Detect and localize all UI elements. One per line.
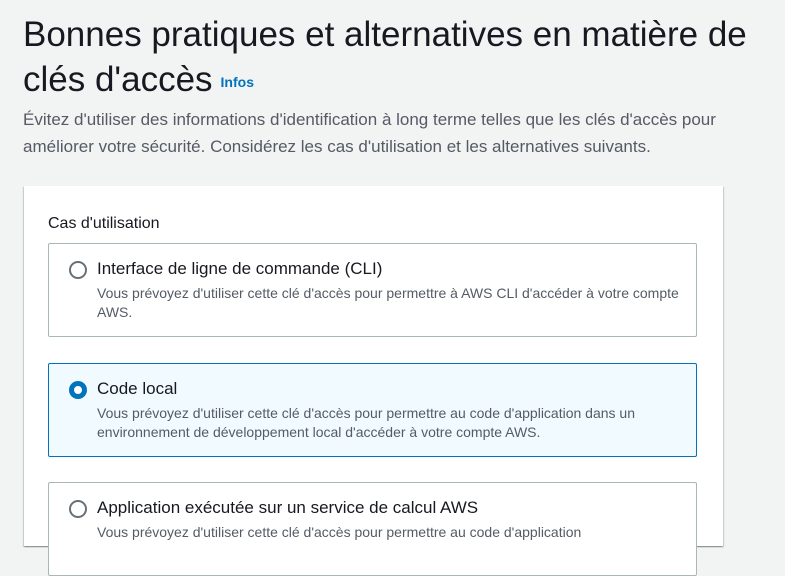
info-link[interactable]: Infos <box>221 74 254 90</box>
use-case-option-local-code[interactable]: Code local Vous prévoyez d'utiliser cett… <box>48 363 697 457</box>
page-description: Évitez d'utiliser des informations d'ide… <box>23 110 716 156</box>
use-case-container: Cas d'utilisation Interface de ligne de … <box>24 186 723 576</box>
page-title-text: Bonnes pratiques et alternatives en mati… <box>23 15 747 99</box>
option-title-aws-compute: Application exécutée sur un service de c… <box>97 498 479 517</box>
use-case-option-aws-compute[interactable]: Application exécutée sur un service de c… <box>48 482 697 576</box>
radio-button-cli[interactable] <box>69 261 87 279</box>
use-case-option-cli[interactable]: Interface de ligne de commande (CLI) Vou… <box>48 243 697 337</box>
option-description-aws-compute: Vous prévoyez d'utiliser cette clé d'acc… <box>97 524 582 540</box>
radio-button-aws-compute[interactable] <box>69 500 87 518</box>
radio-button-local-code[interactable] <box>69 381 87 399</box>
option-description-cli: Vous prévoyez d'utiliser cette clé d'acc… <box>97 285 679 320</box>
use-case-label: Cas d'utilisation <box>48 215 160 232</box>
option-title-cli: Interface de ligne de commande (CLI) <box>97 259 383 278</box>
option-description-local-code: Vous prévoyez d'utiliser cette clé d'acc… <box>97 405 636 440</box>
option-title-local-code: Code local <box>97 379 178 398</box>
page-title: Bonnes pratiques et alternatives en mati… <box>23 12 763 102</box>
